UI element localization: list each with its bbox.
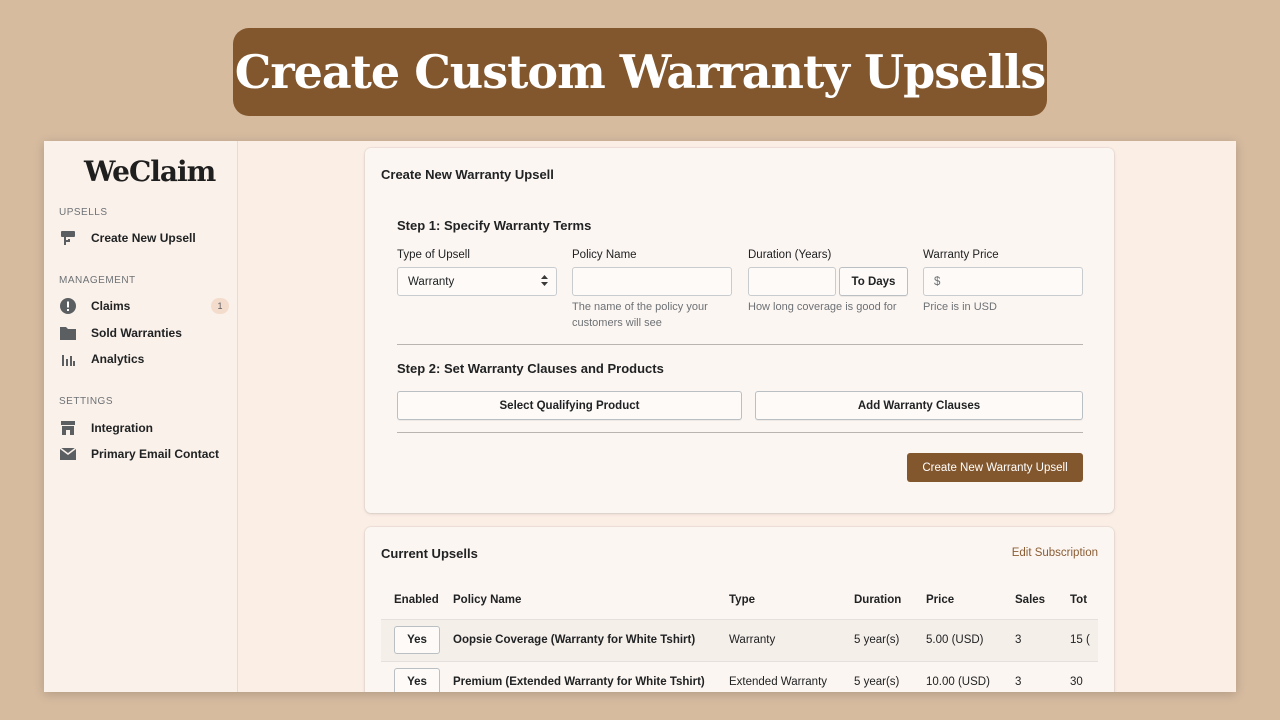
type-cell: Extended Warranty: [729, 660, 854, 692]
type-label: Type of Upsell: [397, 249, 470, 261]
app-logo: WeClaim: [84, 155, 216, 188]
table-row: Yes Premium (Extended Warranty for White…: [381, 660, 1098, 692]
current-upsells-card: Current Upsells Edit Subscription Enable…: [365, 527, 1114, 692]
price-label: Warranty Price: [923, 249, 999, 261]
sidebar-item-label: Claims: [91, 299, 131, 313]
duration-cell: 5 year(s): [854, 618, 926, 661]
step2-title: Step 2: Set Warranty Clauses and Product…: [397, 361, 664, 376]
sales-cell: 3: [1015, 618, 1070, 661]
app-window: WeClaim UPSELLS Create New Upsell MANAGE…: [44, 141, 1236, 692]
type-select-value: Warranty: [408, 275, 455, 288]
type-select[interactable]: Warranty: [397, 267, 557, 296]
policy-name-cell: Oopsie Coverage (Warranty for White Tshi…: [453, 618, 729, 661]
bar-chart-icon: [59, 350, 77, 368]
mail-icon: [59, 445, 77, 463]
sidebar-item-primary-email-contact[interactable]: Primary Email Contact: [59, 443, 229, 465]
actions-divider: [397, 432, 1083, 433]
enabled-toggle-button[interactable]: Yes: [394, 668, 440, 692]
sidebar-item-label: Sold Warranties: [91, 326, 182, 340]
create-new-warranty-upsell-button[interactable]: Create New Warranty Upsell: [907, 453, 1083, 482]
duration-label: Duration (Years): [748, 249, 832, 261]
sidebar-item-label: Primary Email Contact: [91, 447, 220, 461]
hero-banner: Create Custom Warranty Upsells: [233, 28, 1047, 116]
column-header: Policy Name: [453, 593, 522, 606]
section-title-management: MANAGEMENT: [59, 275, 136, 286]
sidebar-item-label: Integration: [91, 421, 153, 435]
price-input[interactable]: $: [923, 267, 1083, 296]
sidebar-item-create-new-upsell[interactable]: Create New Upsell: [59, 227, 229, 249]
column-header: Price: [926, 593, 955, 606]
duration-cell: 5 year(s): [854, 660, 926, 692]
select-qualifying-product-button[interactable]: Select Qualifying Product: [397, 391, 742, 420]
card-title: Create New Warranty Upsell: [381, 167, 554, 182]
upsells-table: Enabled Policy Name Type Duration Price …: [381, 581, 1098, 692]
add-warranty-clauses-button[interactable]: Add Warranty Clauses: [755, 391, 1083, 420]
section-title-upsells: UPSELLS: [59, 207, 108, 218]
section-title-settings: SETTINGS: [59, 396, 114, 407]
policy-name-help: The name of the policy your customers wi…: [572, 301, 708, 329]
sidebar-item-sold-warranties[interactable]: Sold Warranties: [59, 322, 229, 344]
policy-name-cell: Premium (Extended Warranty for White Tsh…: [453, 660, 729, 692]
price-help: Price is in USD: [923, 301, 997, 313]
enabled-cell: Yes: [381, 618, 453, 661]
policy-name-label: Policy Name: [572, 249, 637, 261]
store-icon: [59, 419, 77, 437]
duration-input[interactable]: [748, 267, 836, 296]
sidebar-item-label: Create New Upsell: [91, 231, 196, 245]
price-cell: 10.00 (USD): [926, 660, 1015, 692]
sales-cell: 3: [1015, 660, 1070, 692]
policy-name-input[interactable]: [572, 267, 732, 296]
column-header: Sales: [1015, 593, 1046, 606]
total-cell: 30: [1070, 660, 1098, 692]
column-header: Tot: [1070, 593, 1088, 606]
duration-help: How long coverage is good for: [748, 301, 897, 313]
alert-icon: [59, 297, 77, 315]
type-cell: Warranty: [729, 618, 854, 661]
sidebar-item-label: Analytics: [91, 352, 145, 366]
hero-title: Create Custom Warranty Upsells: [234, 45, 1046, 99]
currency-prefix: $: [934, 275, 941, 288]
enabled-cell: Yes: [381, 660, 453, 692]
column-header: Duration: [854, 593, 902, 606]
table-row: Yes Oopsie Coverage (Warranty for White …: [381, 618, 1098, 661]
to-days-button[interactable]: To Days: [839, 267, 908, 296]
price-cell: 5.00 (USD): [926, 618, 1015, 661]
upsell-icon: [59, 229, 77, 247]
sidebar-item-claims[interactable]: Claims 1: [59, 295, 229, 317]
enabled-toggle-button[interactable]: Yes: [394, 626, 440, 654]
create-upsell-card: Create New Warranty Upsell Step 1: Speci…: [365, 148, 1114, 513]
folder-icon: [59, 324, 77, 342]
sidebar-item-integration[interactable]: Integration: [59, 417, 229, 439]
column-header: Type: [729, 593, 755, 606]
column-header: Enabled: [394, 593, 439, 606]
step1-title: Step 1: Specify Warranty Terms: [397, 218, 592, 233]
sidebar-item-analytics[interactable]: Analytics: [59, 348, 229, 370]
table-viewport: Enabled Policy Name Type Duration Price …: [365, 527, 1098, 692]
sidebar: WeClaim UPSELLS Create New Upsell MANAGE…: [44, 141, 238, 692]
step-divider: [397, 344, 1083, 345]
table-header-row: Enabled Policy Name Type Duration Price …: [381, 581, 1098, 619]
total-cell: 15 (: [1070, 618, 1098, 661]
select-arrows-icon: [541, 274, 548, 289]
claims-count-badge: 1: [211, 298, 229, 314]
